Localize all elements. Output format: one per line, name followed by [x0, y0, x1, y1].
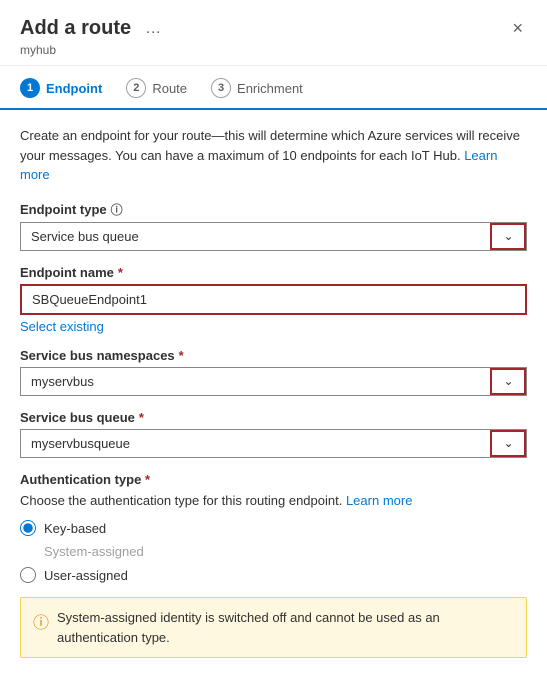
service-bus-queue-required: * [139, 410, 144, 425]
step-label-endpoint: Endpoint [46, 81, 102, 96]
service-bus-namespaces-label: Service bus namespaces * [20, 348, 527, 363]
auth-type-group: Authentication type * Choose the authent… [20, 472, 527, 584]
endpoint-name-label: Endpoint name * [20, 265, 527, 280]
service-bus-queue-chevron-button[interactable]: ⌄ [490, 430, 526, 457]
step-circle-3: 3 [211, 78, 231, 98]
radio-key-based-label: Key-based [44, 521, 106, 536]
step-label-enrichment: Enrichment [237, 81, 303, 96]
panel-title: Add a route [20, 17, 131, 40]
ellipsis-button[interactable]: … [141, 18, 165, 40]
service-bus-namespaces-chevron-button[interactable]: ⌄ [490, 368, 526, 395]
auth-description: Choose the authentication type for this … [20, 491, 527, 511]
warning-text: System-assigned identity is switched off… [57, 608, 514, 647]
endpoint-type-info-icon[interactable]: ⓘ [111, 201, 123, 218]
panel-subtitle: myhub [20, 43, 527, 57]
service-bus-queue-input[interactable] [21, 430, 490, 457]
warning-icon: ⓘ [33, 609, 49, 633]
service-bus-namespaces-group: Service bus namespaces * ⌄ [20, 348, 527, 396]
step-endpoint[interactable]: 1 Endpoint [20, 78, 102, 108]
service-bus-namespaces-required: * [179, 348, 184, 363]
service-bus-namespaces-dropdown: ⌄ [20, 367, 527, 396]
step-circle-1: 1 [20, 78, 40, 98]
auth-learn-more-link[interactable]: Learn more [346, 493, 412, 508]
step-enrichment[interactable]: 3 Enrichment [211, 78, 303, 108]
endpoint-name-input-wrapper [20, 284, 527, 315]
service-bus-queue-chevron-icon: ⌄ [503, 436, 513, 450]
steps-navigation: 1 Endpoint 2 Route 3 Enrichment [0, 66, 547, 110]
radio-user-assigned-label: User-assigned [44, 568, 128, 583]
endpoint-type-chevron-icon: ⌄ [503, 229, 513, 243]
title-group: Add a route … [20, 17, 165, 40]
radio-system-assigned[interactable]: System-assigned [44, 544, 527, 559]
service-bus-queue-group: Service bus queue * ⌄ [20, 410, 527, 458]
select-existing-link[interactable]: Select existing [20, 319, 527, 334]
endpoint-name-group: Endpoint name * Select existing [20, 265, 527, 334]
radio-key-based[interactable]: Key-based [20, 520, 527, 536]
service-bus-namespaces-chevron-icon: ⌄ [503, 374, 513, 388]
step-route[interactable]: 2 Route [126, 78, 187, 108]
close-button[interactable]: × [508, 16, 527, 41]
endpoint-type-dropdown: ⌄ [20, 222, 527, 251]
endpoint-name-input[interactable] [22, 286, 525, 313]
endpoint-type-chevron-button[interactable]: ⌄ [490, 223, 526, 250]
endpoint-type-input[interactable] [21, 223, 490, 250]
endpoint-name-required: * [118, 265, 123, 280]
radio-user-assigned[interactable]: User-assigned [20, 567, 527, 583]
panel-body: Create an endpoint for your route—this w… [0, 110, 547, 678]
endpoint-type-group: Endpoint type ⓘ ⌄ [20, 201, 527, 251]
service-bus-namespaces-input[interactable] [21, 368, 490, 395]
description-text: Create an endpoint for your route—this w… [20, 126, 527, 185]
auth-type-required: * [145, 472, 150, 487]
step-circle-2: 2 [126, 78, 146, 98]
service-bus-queue-label: Service bus queue * [20, 410, 527, 425]
auth-type-label: Authentication type * [20, 472, 527, 487]
add-route-panel: Add a route … × myhub 1 Endpoint 2 Route… [0, 0, 547, 678]
radio-key-based-input[interactable] [20, 520, 36, 536]
radio-user-assigned-input[interactable] [20, 567, 36, 583]
auth-type-radio-group: Key-based System-assigned User-assigned [20, 520, 527, 583]
service-bus-queue-dropdown: ⌄ [20, 429, 527, 458]
step-label-route: Route [152, 81, 187, 96]
endpoint-type-label: Endpoint type ⓘ [20, 201, 527, 218]
radio-system-assigned-label: System-assigned [44, 544, 144, 559]
panel-header: Add a route … × myhub [0, 0, 547, 66]
warning-box: ⓘ System-assigned identity is switched o… [20, 597, 527, 658]
